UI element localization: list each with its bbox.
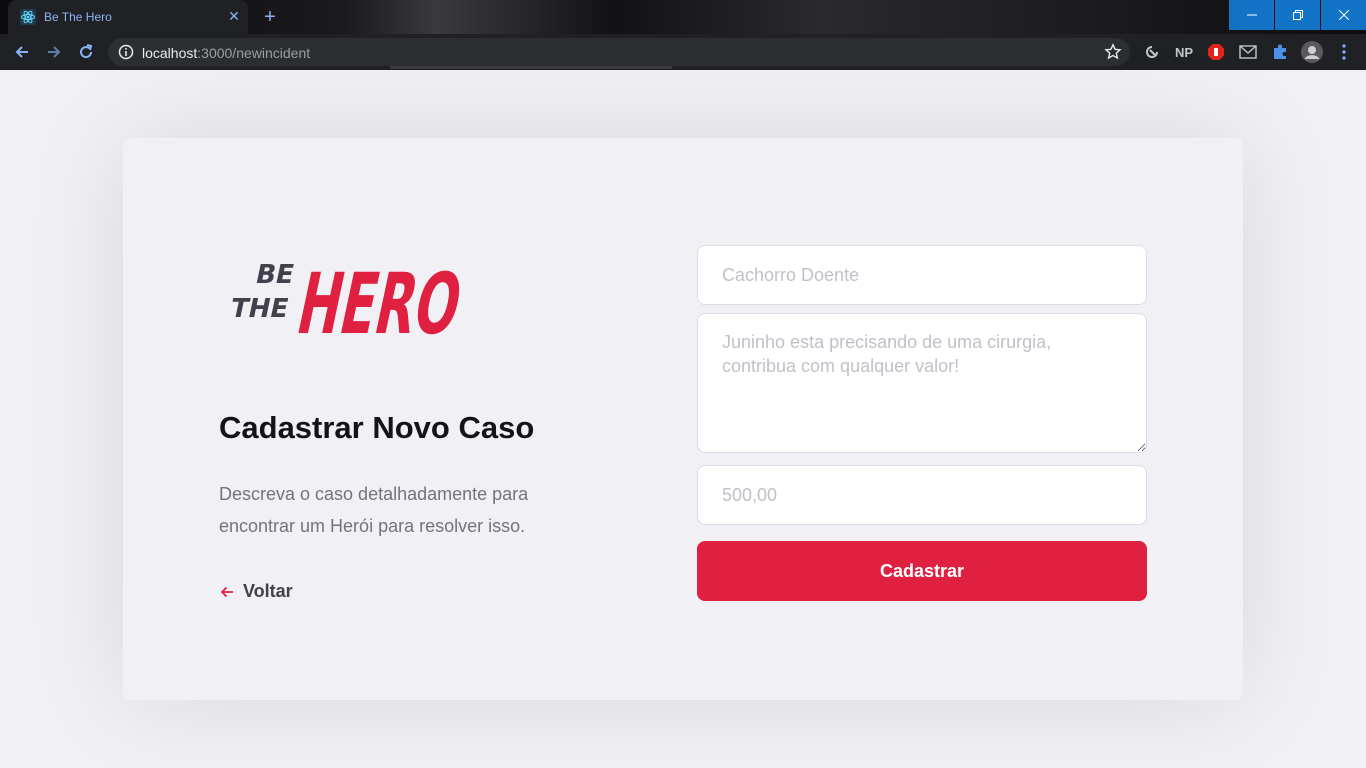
info-icon[interactable] [118,44,134,60]
be-the-hero-logo: BE THE HERO [228,256,470,343]
page-load-indicator [390,66,672,69]
tab-close-icon[interactable]: ✕ [226,8,242,24]
address-bar[interactable]: localhost:3000/newincident [108,38,1130,66]
description-textarea[interactable] [697,313,1147,453]
close-icon [1338,10,1349,20]
envelope-icon [1239,45,1257,59]
url-path: :3000/newincident [197,45,311,61]
value-input[interactable] [697,465,1147,525]
react-favicon-icon [20,9,36,25]
extension-refresh-icon[interactable] [1141,41,1163,63]
page-title: Cadastrar Novo Caso [219,410,535,445]
browser-tab-strip: Be The Hero ✕ + [0,0,1366,34]
arrow-left-icon [15,46,28,58]
title-input[interactable] [697,245,1147,305]
tab-title: Be The Hero [44,10,112,24]
extension-np[interactable]: NP [1173,41,1195,63]
logo-the: THE [228,294,292,324]
back-navigation-button[interactable] [10,40,34,64]
new-tab-button[interactable]: + [258,6,282,28]
extensions-puzzle-icon[interactable] [1269,41,1291,63]
page-viewport: BE THE HERO Cadastrar Novo Caso Descreva… [0,70,1366,768]
extension-mail-icon[interactable] [1237,41,1259,63]
bookmark-star-icon[interactable] [1104,43,1122,61]
circular-arrow-icon [1146,46,1158,58]
logo-hero: HERO [289,256,470,343]
browser-toolbar: localhost:3000/newincident NP [0,34,1366,70]
reload-icon [80,44,93,59]
kebab-menu-icon [1342,44,1346,60]
avatar-icon [1301,41,1323,63]
minimize-icon [1246,14,1257,16]
back-link[interactable]: Voltar [219,581,293,602]
arrow-right-icon [48,46,61,58]
extension-adblock-icon[interactable] [1205,41,1227,63]
logo-be: BE [253,260,297,290]
forward-navigation-button[interactable] [42,40,66,64]
back-link-label: Voltar [243,581,293,601]
profile-avatar[interactable] [1301,41,1323,63]
url-text: localhost:3000/newincident [142,45,310,61]
url-host: localhost [142,45,198,61]
window-close-button[interactable] [1321,0,1366,30]
browser-tab[interactable]: Be The Hero ✕ [8,0,248,34]
window-minimize-button[interactable] [1229,0,1274,30]
window-restore-button[interactable] [1275,0,1320,30]
page-description: Descreva o caso detalhadamente para enco… [219,484,529,536]
reload-button[interactable] [74,40,98,64]
puzzle-icon [1274,44,1286,59]
stop-hand-icon [1208,44,1224,60]
browser-menu-icon[interactable] [1333,41,1355,63]
submit-button[interactable]: Cadastrar [697,541,1147,601]
new-incident-card: BE THE HERO Cadastrar Novo Caso Descreva… [123,138,1243,700]
restore-icon [1292,10,1303,20]
arrow-left-icon [220,586,233,597]
